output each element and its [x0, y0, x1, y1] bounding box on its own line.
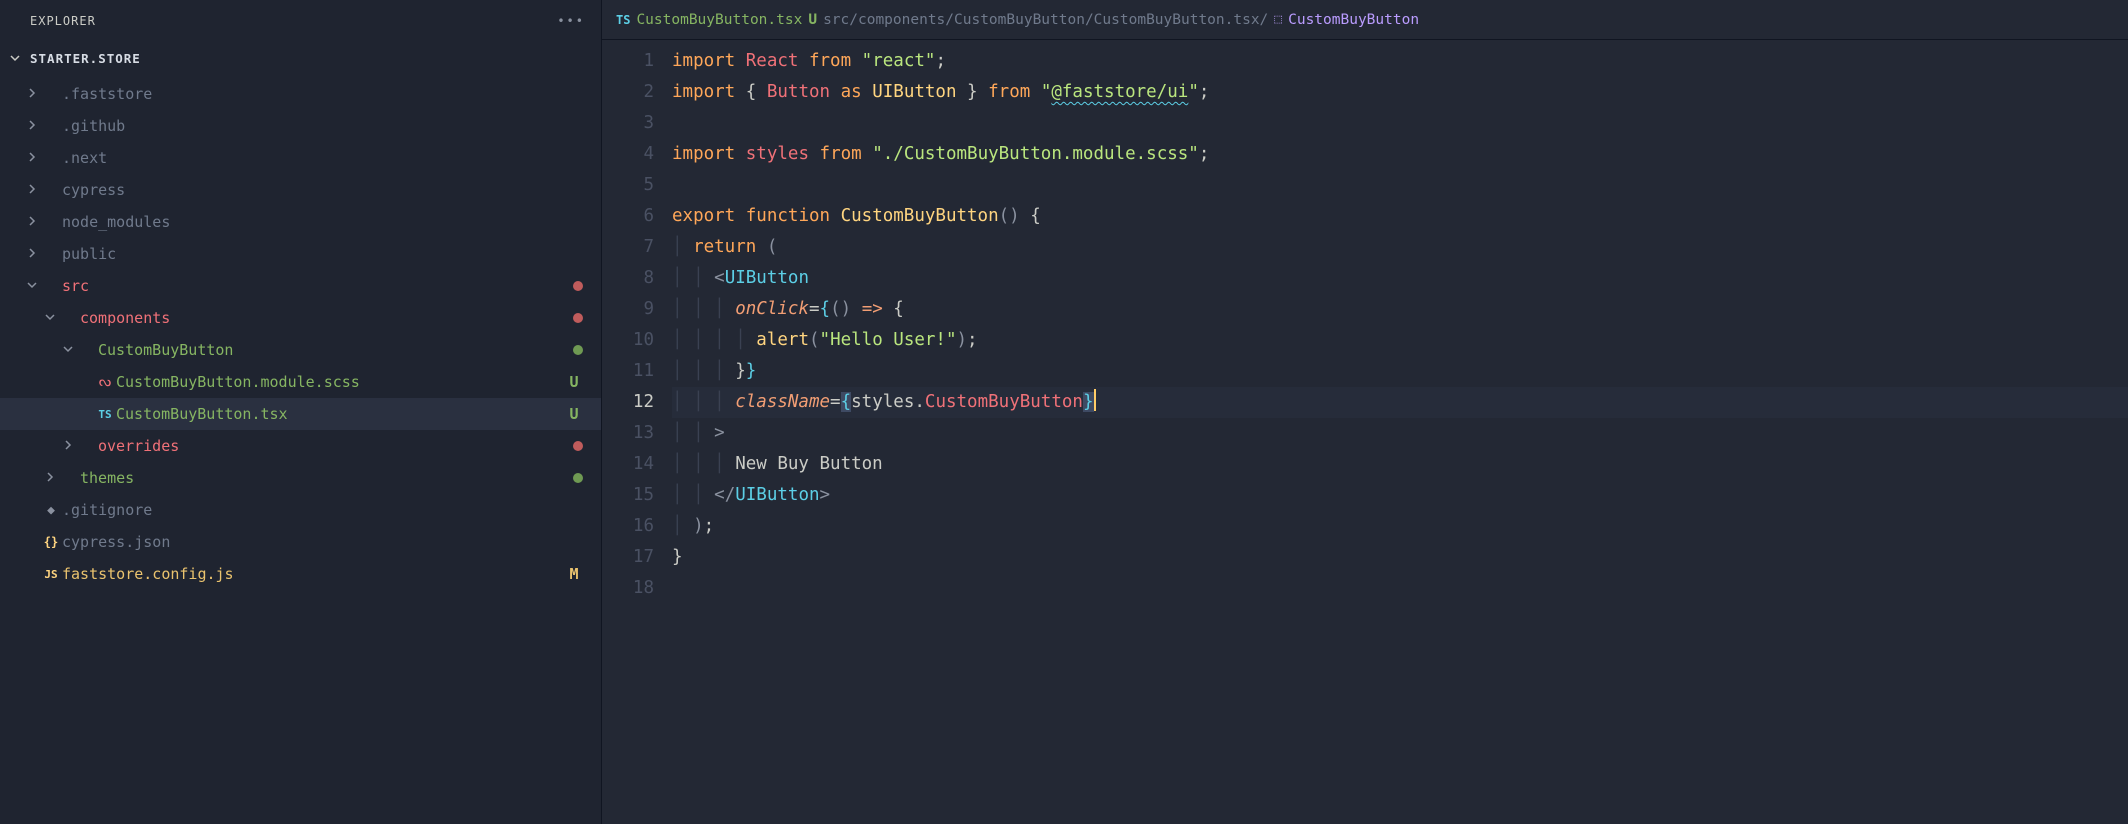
code-line[interactable]: │ │ <UIButton: [672, 263, 2128, 294]
code-area[interactable]: 123456789101112131415161718 import React…: [602, 40, 2128, 824]
file-item[interactable]: {}cypress.json: [0, 526, 601, 558]
file-icon: JS: [40, 567, 62, 582]
code-line[interactable]: │ │ │ │ alert("Hello User!");: [672, 325, 2128, 356]
chevron-down-icon: [42, 312, 58, 325]
project-name: STARTER.STORE: [30, 51, 141, 66]
file-item[interactable]: JSfaststore.config.jsM: [0, 558, 601, 590]
tree-item-label: themes: [80, 469, 573, 487]
breadcrumb[interactable]: TS CustomBuyButton.tsx U src/components/…: [602, 0, 2128, 40]
tree-item-label: CustomBuyButton: [98, 341, 573, 359]
code-line[interactable]: │ │ │ }}: [672, 356, 2128, 387]
chevron-right-icon: [60, 440, 76, 453]
file-icon: TS: [94, 407, 116, 422]
editor-pane: TS CustomBuyButton.tsx U src/components/…: [602, 0, 2128, 824]
folder-item[interactable]: themes: [0, 462, 601, 494]
more-icon[interactable]: •••: [557, 14, 585, 28]
code-line[interactable]: │ return (: [672, 232, 2128, 263]
folder-item[interactable]: CustomBuyButton: [0, 334, 601, 366]
breadcrumb-path: src/components/CustomBuyButton/CustomBuy…: [823, 12, 1268, 28]
chevron-right-icon: [24, 120, 40, 133]
chevron-down-icon: [10, 51, 20, 66]
code-line[interactable]: }: [672, 542, 2128, 573]
tree-item-label: components: [80, 309, 573, 327]
file-icon: ◆: [40, 503, 62, 518]
git-dot-icon: [573, 345, 583, 355]
code-line[interactable]: export function CustomBuyButton() {: [672, 201, 2128, 232]
folder-item[interactable]: cypress: [0, 174, 601, 206]
tree-item-label: faststore.config.js: [62, 565, 565, 583]
code-line[interactable]: [672, 170, 2128, 201]
code-line[interactable]: │ │ │ New Buy Button: [672, 449, 2128, 480]
folder-item[interactable]: .next: [0, 142, 601, 174]
folder-item[interactable]: public: [0, 238, 601, 270]
tree-item-label: public: [62, 245, 583, 263]
code-line[interactable]: import styles from "./CustomBuyButton.mo…: [672, 139, 2128, 170]
tree-item-label: .faststore: [62, 85, 583, 103]
git-dot-icon: [573, 313, 583, 323]
code-line[interactable]: │ │ │ onClick={() => {: [672, 294, 2128, 325]
explorer-title: EXPLORER: [30, 14, 96, 28]
file-icon: {}: [40, 535, 62, 550]
code-content[interactable]: import React from "react";import { Butto…: [672, 46, 2128, 824]
chevron-right-icon: [24, 216, 40, 229]
code-line[interactable]: import { Button as UIButton } from "@fas…: [672, 77, 2128, 108]
git-status-badge: U: [808, 12, 817, 28]
code-line[interactable]: │ );: [672, 511, 2128, 542]
file-tree: .faststore .github .next cypress node_module…: [0, 74, 601, 824]
tree-item-label: cypress: [62, 181, 583, 199]
line-gutter: 123456789101112131415161718: [602, 46, 672, 824]
folder-item[interactable]: .github: [0, 110, 601, 142]
folder-item[interactable]: src: [0, 270, 601, 302]
explorer-sidebar: EXPLORER ••• STARTER.STORE .faststore .gi…: [0, 0, 602, 824]
file-item[interactable]: ◆.gitignore: [0, 494, 601, 526]
chevron-right-icon: [24, 152, 40, 165]
explorer-header: EXPLORER •••: [0, 0, 601, 42]
tree-item-label: CustomBuyButton.tsx: [116, 405, 565, 423]
chevron-down-icon: [60, 344, 76, 357]
tree-item-label: .github: [62, 117, 583, 135]
file-icon: ᔓ: [94, 374, 116, 390]
git-dot-icon: [573, 281, 583, 291]
code-line[interactable]: │ │ </UIButton>: [672, 480, 2128, 511]
folder-item[interactable]: .faststore: [0, 78, 601, 110]
breadcrumb-filename: CustomBuyButton.tsx: [636, 12, 802, 28]
folder-item[interactable]: components: [0, 302, 601, 334]
chevron-right-icon: [24, 184, 40, 197]
code-line[interactable]: │ │ >: [672, 418, 2128, 449]
code-line[interactable]: │ │ │ className={styles.CustomBuyButton}: [672, 387, 2128, 418]
chevron-right-icon: [42, 472, 58, 485]
folder-item[interactable]: node_modules: [0, 206, 601, 238]
git-status-letter: U: [565, 405, 583, 423]
tree-item-label: src: [62, 277, 573, 295]
code-line[interactable]: import React from "react";: [672, 46, 2128, 77]
git-dot-icon: [573, 441, 583, 451]
ts-icon: TS: [616, 13, 630, 27]
git-status-letter: M: [565, 565, 583, 583]
tree-item-label: .gitignore: [62, 501, 583, 519]
breadcrumb-symbol: CustomBuyButton: [1288, 12, 1419, 28]
tree-item-label: cypress.json: [62, 533, 583, 551]
file-item[interactable]: TSCustomBuyButton.tsxU: [0, 398, 601, 430]
code-line[interactable]: [672, 573, 2128, 604]
git-status-letter: U: [565, 373, 583, 391]
chevron-down-icon: [24, 280, 40, 293]
git-dot-icon: [573, 473, 583, 483]
tree-item-label: .next: [62, 149, 583, 167]
chevron-right-icon: [24, 248, 40, 261]
file-item[interactable]: ᔓCustomBuyButton.module.scssU: [0, 366, 601, 398]
tree-item-label: overrides: [98, 437, 573, 455]
folder-item[interactable]: overrides: [0, 430, 601, 462]
project-root[interactable]: STARTER.STORE: [0, 42, 601, 74]
symbol-icon: ⬚: [1274, 12, 1282, 27]
chevron-right-icon: [24, 88, 40, 101]
tree-item-label: node_modules: [62, 213, 583, 231]
code-line[interactable]: [672, 108, 2128, 139]
tree-item-label: CustomBuyButton.module.scss: [116, 373, 565, 391]
